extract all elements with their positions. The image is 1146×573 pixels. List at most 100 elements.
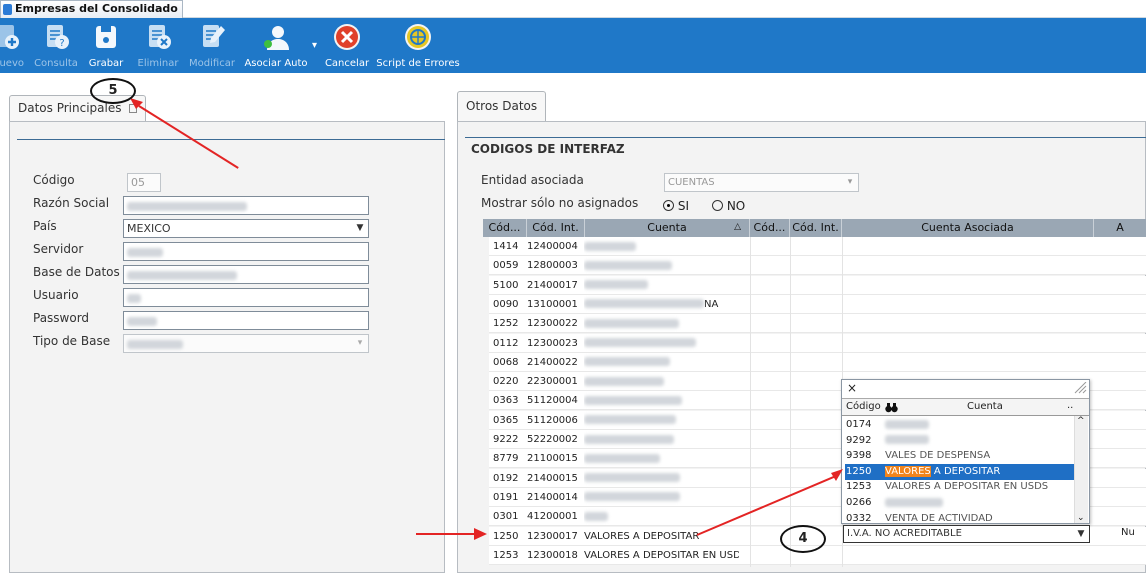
col-cod-int[interactable]: Cód. Int. [527,219,585,237]
radio-si[interactable]: SI [663,199,689,213]
tab-empresas-del-consolidado[interactable]: Empresas del Consolidado [0,0,183,18]
divider [17,139,445,140]
close-icon[interactable]: × [847,381,857,395]
redacted-text [584,434,674,444]
cell-cod-int: 21400022 [527,356,578,368]
item-name: VALES DE DESPENSA [885,450,991,462]
list-item[interactable]: 0266 [845,495,1074,511]
cancelar-button[interactable]: Cancelar [324,18,370,73]
arrowhead-icon [831,469,843,481]
script-errores-button[interactable]: Script de Errores [374,18,462,73]
edit-doc-icon [203,25,225,47]
cell-cuenta [584,256,739,274]
scroll-down-icon[interactable]: ⌄ [1077,513,1085,523]
list-item[interactable]: 9398 VALES DE DESPENSA [845,448,1074,464]
cell-codigo: 0068 [493,356,519,368]
tipo-base-label: Tipo de Base [33,334,111,348]
cell-codigo: 0090 [493,298,519,310]
query-doc-icon: ? [47,25,69,49]
resize-grip-icon[interactable] [1073,382,1087,394]
cell-codigo: 1414 [493,241,519,252]
redacted-text [584,492,680,502]
popup-scrollbar[interactable]: ^ ⌄ [1074,416,1088,523]
redacted-text [584,357,670,367]
list-item[interactable]: 9292 [845,433,1074,449]
cuenta-lookup-popup: × Código Cuenta .. 0174 9292 9398 VALES DE … [841,379,1090,524]
servidor-field[interactable] [123,242,369,261]
razon-social-field[interactable] [123,196,369,215]
table-row[interactable]: 1252 12300022 [489,314,1146,334]
tab-otros-datos[interactable]: Otros Datos [457,91,547,122]
binoculars-icon[interactable] [885,402,898,413]
servidor-label: Servidor [33,242,84,256]
cell-cod-int: 12300017 [527,530,578,542]
item-code: 9292 [846,434,872,446]
item-name: VALORES A DEPOSITAR [885,464,1000,480]
col-codigo-2[interactable]: Cód... [750,219,790,237]
search-highlight: VALORES [885,465,931,477]
col-codigo[interactable]: Cód... [483,219,527,237]
cell-cuenta: VALORES A DEPOSITAR [584,530,700,542]
list-item-selected[interactable]: 1250 VALORES A DEPOSITAR [845,463,1074,480]
item-name [885,433,929,449]
cell-cuenta [584,276,739,294]
table-row[interactable]: 1414 12400004 [489,237,1146,256]
grid-header: Cód... Cód. Int. Cuenta △ Cód... Cód. Int… [483,219,1146,237]
redacted-text [885,419,929,429]
consulta-button[interactable]: ? Consulta [32,18,80,73]
user-link-icon [264,26,289,50]
table-row[interactable]: 0090 13100001 NA [489,294,1146,314]
cell-cod-int: 13100001 [527,298,578,310]
radio-unchecked-icon [712,200,723,211]
redacted-text [127,339,183,349]
entidad-select[interactable]: CUENTAS ▾ [664,173,859,192]
radio-no[interactable]: NO [712,199,745,213]
asociar-auto-button[interactable]: Asociar Auto [242,18,310,73]
cell-cod-int: 12300018 [527,549,578,561]
cell-codigo: 0301 [493,511,519,523]
dropdown-arrow-icon: ▾ [847,177,853,187]
cell-codigo: 1252 [493,318,519,330]
item-code: 0266 [846,497,872,508]
item-name-rest: A DEPOSITAR [930,465,1001,477]
col-a[interactable]: A [1094,219,1146,237]
redacted-text [127,247,163,257]
cell-cuenta: VALORES A DEPOSITAR EN USDS [584,549,739,561]
annotation-arrow-row [416,533,482,535]
cell-cod-int: 41200001 [527,511,578,523]
grabar-button[interactable]: Grabar [86,18,126,73]
divider [465,137,1146,138]
table-row[interactable]: 0112 12300023 [489,333,1146,353]
mostrar-label: Mostrar sólo no asignados [481,196,639,210]
cell-cuenta [584,391,739,409]
table-row[interactable]: 0059 12800003 [489,256,1146,276]
list-item[interactable]: 1253 VALORES A DEPOSITAR EN USDS [845,479,1074,495]
asociar-dropdown[interactable]: ▾ [310,18,318,73]
item-code: 1250 [846,465,872,477]
redacted-text [584,453,660,463]
eliminar-button[interactable]: Eliminar [136,18,180,73]
section-title: CODIGOS DE INTERFAZ [471,142,625,156]
document-tab-bar: Empresas del Consolidado [0,0,1146,18]
password-field[interactable] [123,311,369,330]
list-item[interactable]: 0174 [845,417,1074,433]
redacted-text [584,473,680,483]
base-datos-field[interactable] [123,265,369,284]
table-row[interactable]: 0068 21400022 [489,352,1146,372]
cuenta-asociada-combo[interactable]: I.V.A. NO ACREDITABLE ▼ [843,525,1090,543]
col-cuenta[interactable]: Cuenta △ [585,219,750,237]
usuario-field[interactable] [123,288,369,307]
scroll-up-icon[interactable]: ^ [1077,416,1085,426]
col-cod-int-2[interactable]: Cód. Int. [790,219,842,237]
tipo-base-select[interactable]: ▾ [123,334,369,353]
codigo-field[interactable]: 05 [127,173,161,192]
table-row[interactable]: 5100 21400017 [489,275,1146,295]
cell-cod-int: 12800003 [527,260,578,272]
cell-codigo: 1253 [493,549,519,561]
nuevo-button[interactable]: uevo [0,18,24,73]
redacted-text [584,241,636,251]
popup-header: Código Cuenta .. [842,398,1089,416]
col-cuenta-asociada[interactable]: Cuenta Asociada [842,219,1094,237]
modificar-button[interactable]: Modificar [186,18,238,73]
pais-select[interactable]: MEXICO ▼ [123,219,369,238]
